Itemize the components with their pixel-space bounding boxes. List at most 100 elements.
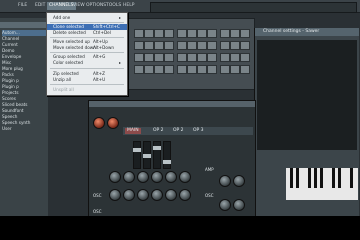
black-key[interactable] [296, 168, 299, 188]
step-button[interactable] [197, 53, 207, 62]
synth-title-bar[interactable] [89, 101, 255, 107]
menu-item-unzip-all[interactable]: Unzip all Alt+U [47, 77, 127, 83]
synth-knob[interactable] [109, 189, 121, 201]
step-button[interactable] [164, 53, 174, 62]
step-button[interactable] [240, 53, 250, 62]
synth-knob[interactable] [137, 171, 149, 183]
operator-slider[interactable] [133, 141, 141, 169]
black-key[interactable] [314, 168, 317, 188]
operator-slider[interactable] [153, 141, 161, 169]
step-button[interactable] [220, 29, 230, 38]
synth-knob[interactable] [233, 175, 245, 187]
step-button[interactable] [164, 29, 174, 38]
black-key[interactable] [350, 168, 353, 188]
synth-plugin-window: MAIN OP 2 OP 2 OP 3 OSC AMP OSC OSC [88, 100, 256, 218]
tab-op-2b[interactable]: OP 2 [171, 128, 186, 134]
menu-item-color-selected[interactable]: Color selected ▸ [47, 60, 127, 66]
piano-keyboard[interactable] [286, 168, 358, 200]
step-button[interactable] [177, 65, 187, 74]
step-button[interactable] [144, 41, 154, 50]
step-button[interactable] [154, 41, 164, 50]
step-button[interactable] [230, 29, 240, 38]
menu-separator [50, 52, 124, 53]
tab-op-2a[interactable]: OP 2 [151, 128, 166, 134]
step-button[interactable] [197, 65, 207, 74]
step-button[interactable] [230, 53, 240, 62]
menu-item-label: Move selected down [53, 45, 96, 50]
menu-separator [50, 22, 124, 23]
step-button[interactable] [134, 53, 144, 62]
step-button[interactable] [197, 41, 207, 50]
synth-knob[interactable] [233, 199, 245, 211]
step-button[interactable] [154, 29, 164, 38]
black-key[interactable] [332, 168, 335, 188]
menu-item-label: Add one [53, 15, 71, 20]
synth-knob[interactable] [179, 189, 191, 201]
step-button[interactable] [134, 29, 144, 38]
step-button[interactable] [134, 65, 144, 74]
browser-header [0, 22, 48, 28]
synth-knob[interactable] [137, 189, 149, 201]
step-button[interactable] [177, 53, 187, 62]
browser-panel: Autom... Channel Current Demo Envelope M… [0, 18, 48, 216]
menu-item-delete-selected[interactable]: Delete selected Ctrl+Del [47, 30, 127, 36]
step-button[interactable] [207, 41, 217, 50]
step-button[interactable] [164, 41, 174, 50]
menu-item-move-down[interactable]: Move selected down Alt+Down [47, 45, 127, 51]
step-button[interactable] [207, 53, 217, 62]
menu-item-add-one[interactable]: Add one ▸ [47, 15, 127, 21]
operator-slider[interactable] [163, 141, 171, 169]
step-button[interactable] [134, 41, 144, 50]
operator-slider[interactable] [143, 141, 151, 169]
synth-knob[interactable] [219, 199, 231, 211]
step-button[interactable] [154, 65, 164, 74]
menu-separator [50, 84, 124, 85]
transport-toolbar[interactable] [150, 2, 357, 13]
synth-knob[interactable] [179, 171, 191, 183]
synth-knob[interactable] [123, 189, 135, 201]
step-button[interactable] [187, 65, 197, 74]
black-key[interactable] [290, 168, 293, 188]
menu-help[interactable]: HELP [121, 2, 136, 10]
step-button[interactable] [220, 53, 230, 62]
browser-item[interactable]: User [2, 126, 46, 132]
menu-item-unsplit-all: Unsplit all [47, 87, 127, 93]
step-button[interactable] [154, 53, 164, 62]
step-button[interactable] [240, 65, 250, 74]
menu-file[interactable]: FILE [16, 2, 29, 10]
step-button[interactable] [164, 65, 174, 74]
synth-knob[interactable] [123, 171, 135, 183]
step-button[interactable] [207, 65, 217, 74]
synth-tab-bar: MAIN OP 2 OP 2 OP 3 [123, 127, 253, 135]
pan-knob[interactable] [107, 117, 119, 129]
step-button[interactable] [187, 41, 197, 50]
step-button[interactable] [240, 41, 250, 50]
synth-knob[interactable] [151, 171, 163, 183]
black-key[interactable] [308, 168, 311, 188]
step-button[interactable] [240, 29, 250, 38]
step-button[interactable] [220, 41, 230, 50]
tab-op-3[interactable]: OP 3 [191, 128, 206, 134]
volume-knob[interactable] [93, 117, 105, 129]
step-button[interactable] [230, 65, 240, 74]
step-button[interactable] [177, 41, 187, 50]
black-key[interactable] [320, 168, 323, 188]
step-button[interactable] [230, 41, 240, 50]
step-button[interactable] [207, 29, 217, 38]
synth-knob[interactable] [165, 171, 177, 183]
step-button[interactable] [187, 29, 197, 38]
black-key[interactable] [338, 168, 341, 188]
step-button[interactable] [197, 29, 207, 38]
step-button[interactable] [144, 29, 154, 38]
synth-knob[interactable] [165, 189, 177, 201]
step-button[interactable] [187, 53, 197, 62]
step-button[interactable] [144, 53, 154, 62]
step-button[interactable] [177, 29, 187, 38]
step-button[interactable] [220, 65, 230, 74]
menu-edit[interactable]: EDIT [33, 2, 47, 10]
synth-knob[interactable] [109, 171, 121, 183]
synth-knob[interactable] [219, 175, 231, 187]
step-button[interactable] [144, 65, 154, 74]
synth-knob[interactable] [151, 189, 163, 201]
tab-main[interactable]: MAIN [125, 128, 141, 134]
